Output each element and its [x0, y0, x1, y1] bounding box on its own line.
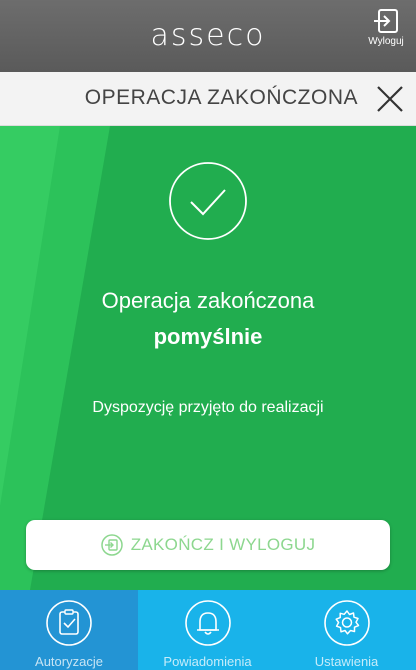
nav-item-autoryzacje[interactable]: Autoryzacje [0, 590, 138, 670]
finish-logout-button[interactable]: ZAKOŃCZ I WYLOGUJ [26, 520, 390, 570]
nav-label: Ustawienia [314, 654, 379, 669]
result-detail: Dyspozycję przyjęto do realizacji [92, 399, 324, 416]
nav-label: Autoryzacje [35, 654, 103, 669]
finish-logout-label: ZAKOŃCZ I WYLOGUJ [130, 535, 316, 554]
page-title: OPERACJA ZAKOŃCZONA [84, 86, 358, 109]
close-button[interactable] [374, 83, 406, 115]
logout-icon [374, 9, 398, 33]
success-check-icon [169, 162, 247, 240]
result-panel: Operacja zakończona pomyślnie Dyspozycję… [0, 126, 416, 590]
bell-icon [184, 600, 231, 646]
logout-icon [100, 534, 123, 556]
title-bar: OPERACJA ZAKOŃCZONA [0, 72, 416, 126]
bottom-navigation: Autoryzacje Powiadomienia Ustawienia [0, 590, 416, 670]
asseco-logo: asseco [150, 18, 266, 53]
gear-icon [323, 600, 370, 646]
result-message: Operacja zakończona [101, 288, 315, 313]
result-status: pomyślnie [153, 324, 263, 349]
nav-item-powiadomienia[interactable]: Powiadomienia [138, 590, 277, 670]
nav-item-ustawienia[interactable]: Ustawienia [277, 590, 416, 670]
logout-button[interactable]: Wyloguj [362, 8, 410, 47]
logout-label: Wyloguj [368, 36, 404, 47]
clipboard-check-icon [46, 600, 92, 646]
top-bar: asseco Wyloguj [0, 0, 416, 72]
close-icon [377, 86, 403, 112]
nav-label: Powiadomienia [163, 654, 252, 669]
